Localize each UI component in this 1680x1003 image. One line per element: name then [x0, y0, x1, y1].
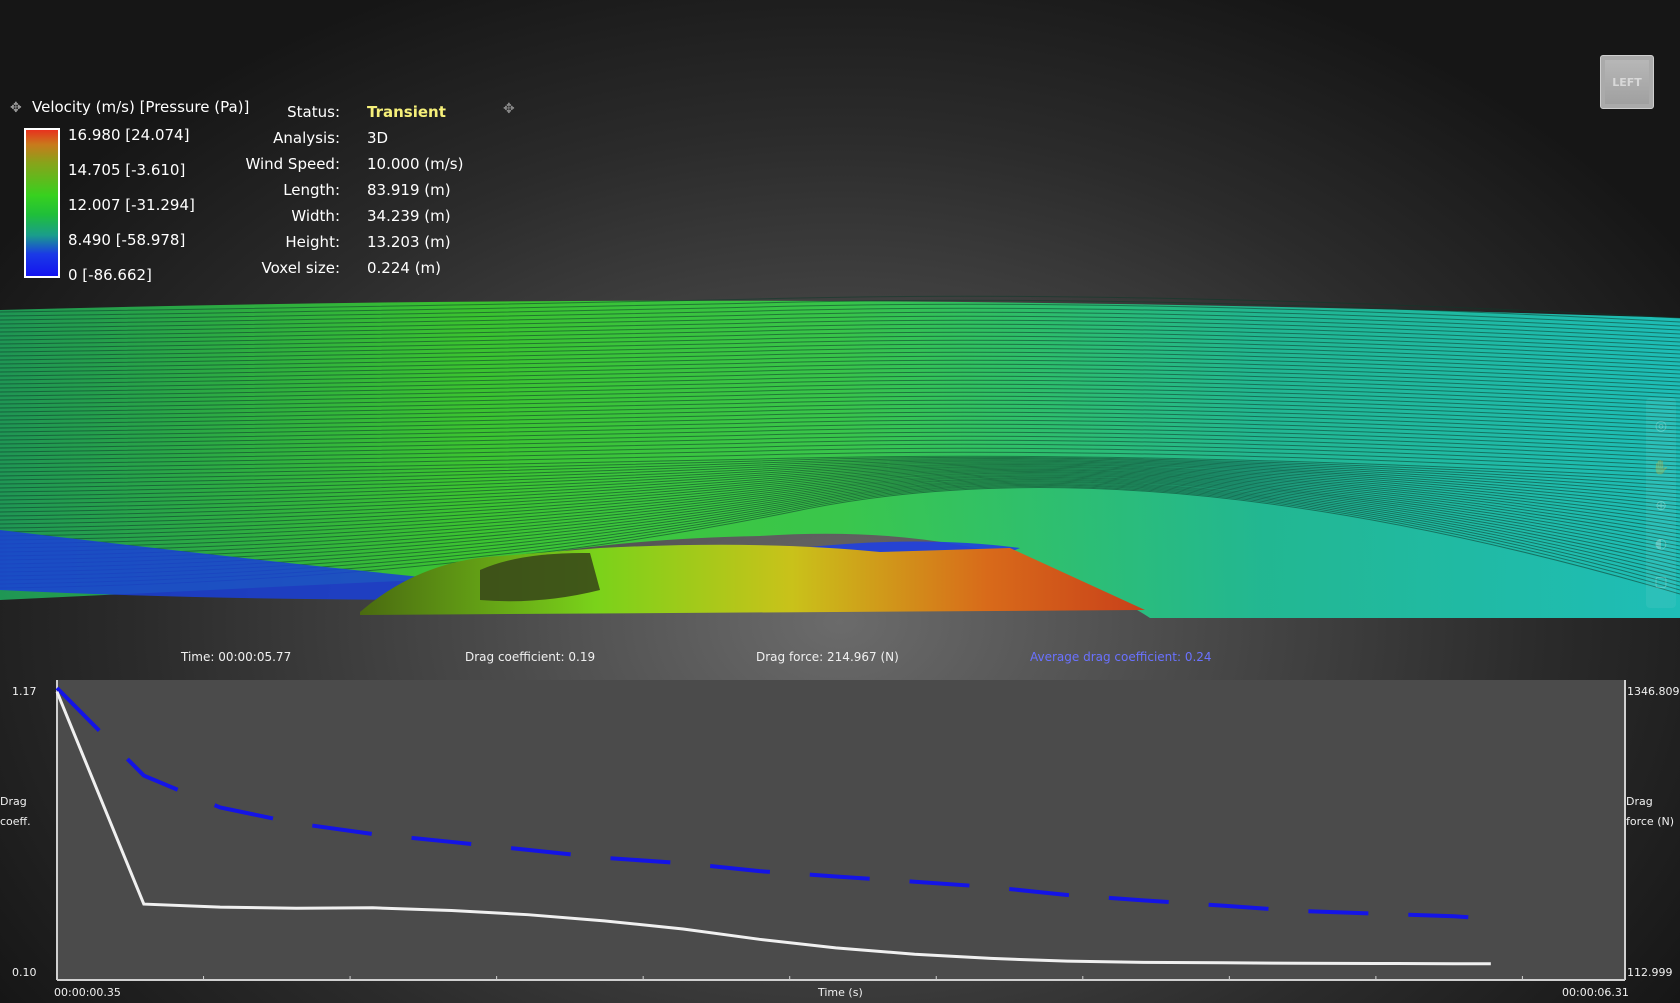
- length-key: Length:: [283, 181, 340, 199]
- wind-speed-value: 10.000 (m/s): [367, 155, 464, 173]
- voxel-size-key: Voxel size:: [261, 259, 340, 277]
- voxel-size-value: 0.224 (m): [367, 259, 442, 277]
- y-left-label-line2: coeff.: [0, 815, 31, 828]
- y-right-label-line2: force (N): [1626, 815, 1675, 828]
- zoom-icon[interactable]: ⊕: [1652, 498, 1670, 516]
- plot-area: [57, 680, 1625, 980]
- y-left-label-line1: Drag: [0, 795, 27, 808]
- status-key: Status:: [287, 103, 340, 121]
- y-left-max-label: 1.17: [12, 685, 37, 698]
- info-move-icon[interactable]: ✥: [503, 101, 515, 117]
- analysis-value: 3D: [367, 129, 389, 147]
- height-key: Height:: [285, 233, 340, 251]
- avg-drag-coefficient-readout: Average drag coefficient: 0.24: [1030, 650, 1212, 664]
- width-value: 34.239 (m): [367, 207, 451, 225]
- length-value: 83.919 (m): [367, 181, 451, 199]
- orbit-icon[interactable]: ◎: [1652, 418, 1670, 436]
- streamline-render: [0, 295, 1680, 618]
- drag-force-readout: Drag force: 214.967 (N): [756, 650, 899, 664]
- y-right-min-label: 112.999: [1627, 966, 1673, 979]
- view-cube[interactable]: LEFT: [1600, 55, 1654, 109]
- status-value: Transient: [367, 103, 446, 121]
- drag-coefficient-readout: Drag coefficient: 0.19: [465, 650, 596, 664]
- x-axis-label: Time (s): [818, 986, 863, 999]
- analysis-key: Analysis:: [273, 129, 340, 147]
- y-right-max-label: 1346.809: [1627, 685, 1680, 698]
- viewport-tool-rail: ◎ ✋ ⊕ ◐ ▢: [1646, 398, 1676, 608]
- y-right-label-line1: Drag: [1626, 795, 1653, 808]
- time-readout: Time: 00:00:05.77: [181, 650, 292, 664]
- x-start-label: 00:00:00.35: [54, 986, 121, 999]
- x-end-label: 00:00:06.31: [1562, 986, 1629, 999]
- view-cube-label: LEFT: [1612, 75, 1642, 89]
- fit-icon[interactable]: ▢: [1652, 574, 1670, 592]
- look-icon[interactable]: ◐: [1652, 536, 1670, 554]
- y-left-min-label: 0.10: [12, 966, 37, 979]
- wind-speed-key: Wind Speed:: [245, 155, 340, 173]
- simulation-viewport[interactable]: [0, 0, 1680, 660]
- drag-chart[interactable]: [0, 680, 1680, 1003]
- width-key: Width:: [291, 207, 340, 225]
- legend-color-bar: [24, 128, 60, 278]
- hand-pan-icon[interactable]: ✋: [1652, 460, 1670, 478]
- height-value: 13.203 (m): [367, 233, 451, 251]
